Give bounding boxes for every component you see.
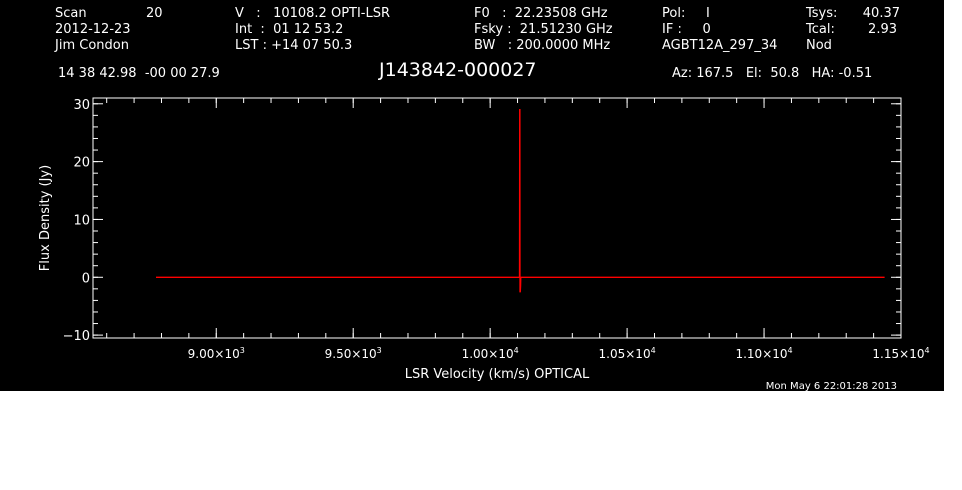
x-tick-label: 1.15×104 xyxy=(872,346,929,361)
plot-timestamp: Mon May 6 22:01:28 2013 xyxy=(766,381,897,391)
y-tick-label: −10 xyxy=(63,329,90,344)
y-tick-label: 10 xyxy=(73,213,90,228)
plot-frame xyxy=(92,97,902,339)
y-tick-label: 0 xyxy=(82,271,90,286)
x-tick-label: 1.05×104 xyxy=(599,346,656,361)
x-axis-title: LSR Velocity (km/s) OPTICAL xyxy=(405,367,590,382)
y-tick-label: 20 xyxy=(73,156,90,171)
y-tick-label: 30 xyxy=(73,98,90,113)
x-tick-label: 9.00×103 xyxy=(188,346,245,361)
x-tick-label: 1.10×104 xyxy=(735,346,792,361)
spectrum-line xyxy=(156,108,885,293)
x-tick-label: 1.00×104 xyxy=(462,346,519,361)
x-tick-label: 9.50×103 xyxy=(325,346,382,361)
y-axis-title: Flux Density (Jy) xyxy=(38,165,53,271)
spectrum-chart: 9.00×103 9.50×103 1.00×104 1.05×104 1.10×104… xyxy=(38,97,930,391)
